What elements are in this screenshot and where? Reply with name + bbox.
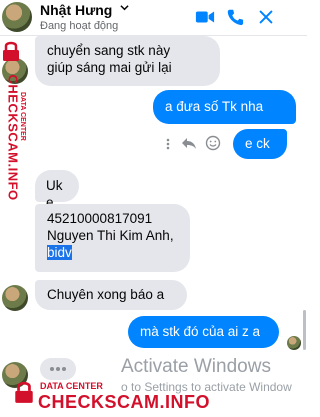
- message-bubble-incoming[interactable]: Chuyên xong báo a: [35, 280, 187, 310]
- scrollbar[interactable]: [303, 310, 306, 350]
- message-bubble-outgoing[interactable]: e ck: [233, 129, 287, 159]
- chat-header: Nhật Hưng Đang hoạt động: [0, 0, 307, 36]
- message-text: 45210000817091: [47, 211, 153, 226]
- message-bubble-outgoing[interactable]: a đưa số Tk nha: [153, 90, 296, 124]
- contact-avatar[interactable]: [2, 2, 32, 32]
- selected-text[interactable]: bidv: [47, 245, 72, 260]
- message-text: Nguyen Thi Kim Anh,: [47, 228, 174, 243]
- message-bubble-outgoing[interactable]: mà stk đó của ai z a: [128, 316, 279, 348]
- activate-windows-subtitle: o to Settings to activate Window: [121, 380, 292, 394]
- lock-icon: [3, 41, 19, 61]
- chevron-down-icon[interactable]: [120, 3, 129, 12]
- typing-indicator: [40, 358, 76, 380]
- typing-dots-icon: [50, 367, 66, 371]
- message-bubble-incoming[interactable]: Uk e: [35, 170, 79, 210]
- video-call-icon[interactable]: [195, 8, 215, 26]
- message-text: giúp sáng mai gửi lại: [47, 60, 172, 75]
- seen-avatar: [287, 336, 301, 350]
- contact-name[interactable]: Nhật Hưng: [40, 2, 112, 18]
- message-actions: [165, 134, 225, 152]
- more-icon[interactable]: [165, 138, 171, 150]
- message-text: chuyển sang stk này: [47, 43, 171, 58]
- message-text: Chuyên xong báo a: [47, 287, 165, 302]
- message-text: e ck: [245, 136, 270, 151]
- watermark-center-vertical: DATA CENTER: [19, 92, 26, 141]
- reply-icon[interactable]: [181, 136, 197, 150]
- emoji-icon[interactable]: [205, 135, 221, 151]
- sender-avatar: [2, 285, 28, 311]
- message-bubble-incoming[interactable]: chuyển sang stk này giúp sáng mai gửi lạ…: [35, 36, 220, 86]
- phone-icon[interactable]: [225, 8, 245, 26]
- lock-icon: [15, 381, 33, 403]
- activate-windows-title: Activate Windows: [121, 356, 271, 377]
- close-icon[interactable]: [256, 8, 276, 26]
- watermark-center: DATA CENTER: [40, 381, 103, 391]
- message-bubble-incoming[interactable]: 45210000817091 Nguyen Thi Kim Anh, bidv: [35, 204, 190, 272]
- watermark-brand: CHECKSCAM.INFO: [38, 392, 210, 412]
- message-text: mà stk đó của ai z a: [140, 324, 261, 339]
- active-status: Đang hoạt động: [40, 20, 119, 32]
- message-text: a đưa số Tk nha: [165, 99, 264, 114]
